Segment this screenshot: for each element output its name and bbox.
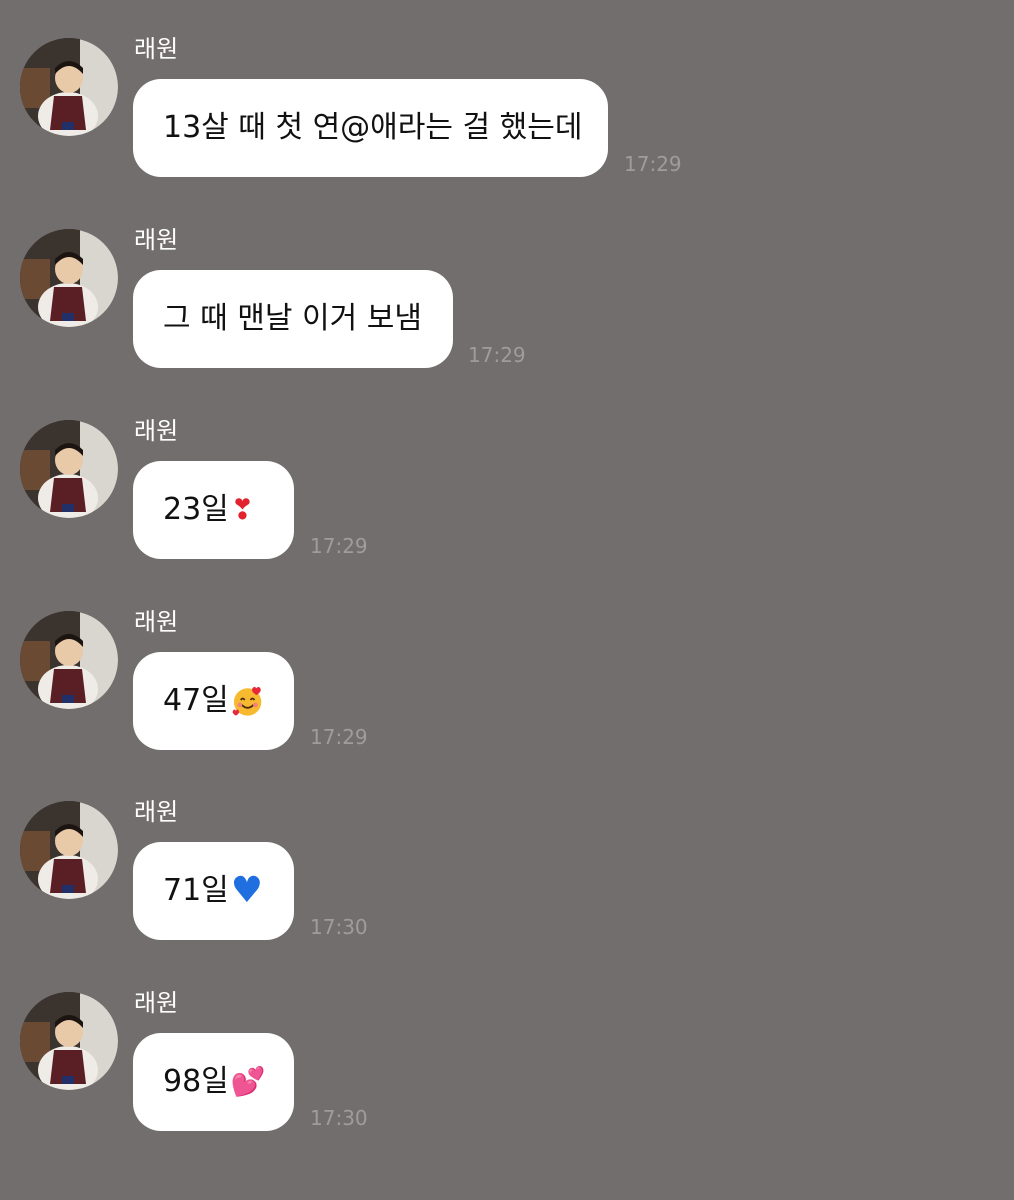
profile-photo-icon <box>20 801 118 899</box>
message-bubble[interactable]: 71일 ♥ <box>133 842 294 940</box>
avatar[interactable] <box>20 420 118 518</box>
message-text: 23일 <box>163 492 229 527</box>
sender-name: 래원 <box>134 608 179 636</box>
message-time: 17:29 <box>468 343 526 367</box>
chat-message: 래원 23일 ❣ 17:29 <box>0 382 1014 559</box>
chat-room: 래원 13살 때 첫 연@애라는 걸 했는데 17:29 래원 그 때 맨날 이… <box>0 0 1014 1200</box>
avatar[interactable] <box>20 801 118 899</box>
message-time: 17:30 <box>310 1106 368 1130</box>
message-bubble[interactable]: 13살 때 첫 연@애라는 걸 했는데 <box>133 79 608 177</box>
profile-photo-icon <box>20 420 118 518</box>
blue-heart-icon: ♥ <box>230 870 264 911</box>
message-time: 17:29 <box>310 725 368 749</box>
chat-message: 래원 13살 때 첫 연@애라는 걸 했는데 17:29 <box>0 0 1014 177</box>
message-text: 그 때 맨날 이거 보냄 <box>163 301 422 336</box>
message-text: 98일 <box>163 1064 229 1099</box>
sender-name: 래원 <box>134 226 179 254</box>
smiling-face-with-hearts-icon <box>232 686 262 716</box>
sender-name: 래원 <box>134 417 179 445</box>
chat-message: 래원 그 때 맨날 이거 보냄 17:29 <box>0 191 1014 368</box>
message-time: 17:29 <box>624 152 682 176</box>
profile-photo-icon <box>20 992 118 1090</box>
chat-message: 래원 71일 ♥ 17:30 <box>0 763 1014 940</box>
avatar[interactable] <box>20 229 118 327</box>
profile-photo-icon <box>20 611 118 709</box>
avatar[interactable] <box>20 38 118 136</box>
sender-name: 래원 <box>134 35 179 63</box>
message-bubble[interactable]: 그 때 맨날 이거 보냄 <box>133 270 453 368</box>
heart-exclamation-icon: ❣ <box>230 493 255 526</box>
chat-message: 래원 47일 17:29 <box>0 573 1014 750</box>
sender-name: 래원 <box>134 989 179 1017</box>
message-bubble[interactable]: 23일 ❣ <box>133 461 294 559</box>
two-hearts-icon: 💕 <box>230 1065 266 1098</box>
message-bubble[interactable]: 47일 <box>133 652 294 750</box>
message-time: 17:29 <box>310 534 368 558</box>
message-time: 17:30 <box>310 915 368 939</box>
profile-photo-icon <box>20 38 118 136</box>
avatar[interactable] <box>20 992 118 1090</box>
avatar[interactable] <box>20 611 118 709</box>
message-bubble[interactable]: 98일 💕 <box>133 1033 294 1131</box>
message-text: 47일 <box>163 683 229 718</box>
message-text: 71일 <box>163 873 229 908</box>
sender-name: 래원 <box>134 798 179 826</box>
profile-photo-icon <box>20 229 118 327</box>
message-text: 13살 때 첫 연@애라는 걸 했는데 <box>163 110 583 145</box>
chat-message: 래원 98일 💕 17:30 <box>0 954 1014 1131</box>
